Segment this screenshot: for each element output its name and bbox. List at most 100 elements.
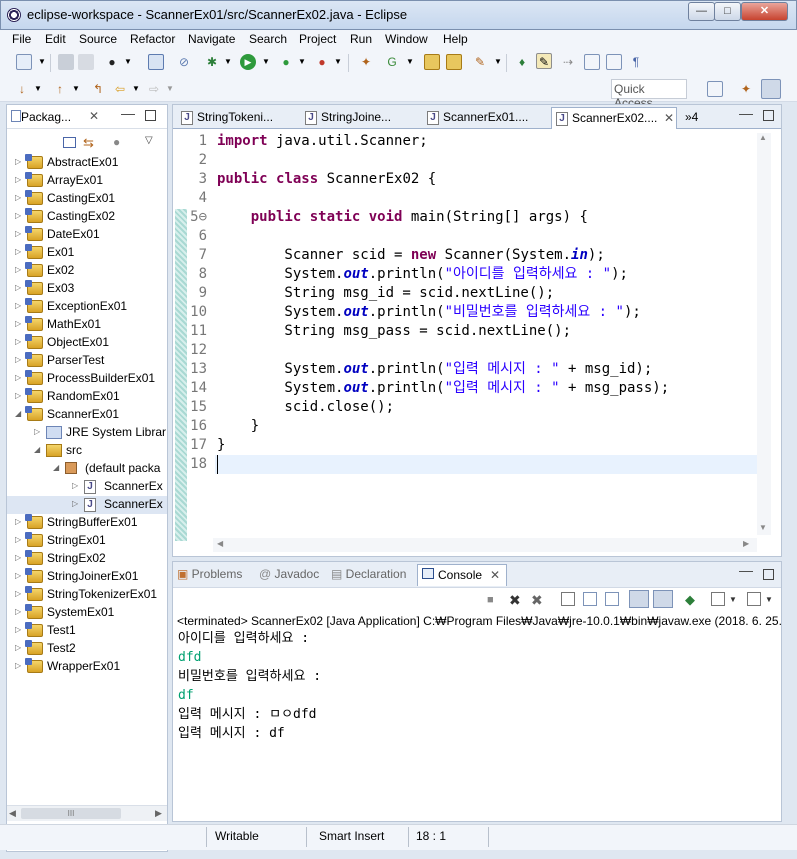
expand-toggle-icon[interactable]: ▷ [15,283,21,292]
display-console-dropdown-icon[interactable]: ▼ [729,595,737,604]
minimize-button[interactable]: — [688,2,715,21]
expand-toggle-icon[interactable]: ▷ [15,661,21,670]
menu-navigate[interactable]: Navigate [188,32,235,46]
back-dropdown-icon[interactable]: ▼ [128,81,144,97]
user-dropdown-icon[interactable]: ▼ [120,54,136,70]
tree-item[interactable]: ▷ Ex02 [7,262,167,280]
block-select-icon[interactable] [606,54,622,70]
tree-item[interactable]: ▷ WrapperEx01 [7,658,167,676]
run-icon[interactable]: ▶ [240,54,256,70]
scroll-left-icon[interactable]: ◀ [9,808,16,819]
tree-item[interactable]: ▷ StringBufferEx01 [7,514,167,532]
skip-breakpoints-icon[interactable]: ⊘ [176,54,192,70]
collapse-all-icon[interactable] [63,137,76,148]
open-perspective-icon[interactable] [707,81,723,97]
menu-project[interactable]: Project [299,32,336,46]
expand-toggle-icon[interactable]: ◢ [34,445,40,454]
debug-dropdown-icon[interactable]: ▼ [220,54,236,70]
tree-item[interactable]: ▷ Test1 [7,622,167,640]
tree-item[interactable]: ▷ J ScannerEx [7,478,167,496]
pin-icon[interactable]: ♦ [514,54,530,70]
tree-item[interactable]: ▷ Test2 [7,640,167,658]
new-class-icon[interactable]: G [384,54,400,70]
tab-stringjoiner[interactable]: J StringJoine... [301,107,419,129]
tree-item[interactable]: ▷ SystemEx01 [7,604,167,622]
code-line[interactable]: String msg_id = scid.nextLine(); [217,284,554,303]
tab-declaration[interactable]: ▤ Declaration [331,567,406,581]
expand-toggle-icon[interactable]: ▷ [15,247,21,256]
scroll-lock-icon[interactable] [583,592,597,606]
expand-toggle-icon[interactable]: ◢ [15,409,21,418]
tree-item[interactable]: ▷ StringEx01 [7,532,167,550]
tree-item[interactable]: ▷ RandomEx01 [7,388,167,406]
menu-refactor[interactable]: Refactor [130,32,175,46]
minimize-editor-icon[interactable]: — [739,105,753,121]
tab-scannerex01[interactable]: J ScannerEx01.... [423,107,547,129]
tree-item[interactable]: ▷ MathEx01 [7,316,167,334]
code-line[interactable]: } [217,436,225,455]
expand-toggle-icon[interactable]: ▷ [15,517,21,526]
expand-toggle-icon[interactable]: ▷ [15,625,21,634]
save-icon[interactable] [58,54,74,70]
menu-search[interactable]: Search [249,32,287,46]
expand-toggle-icon[interactable]: ▷ [15,157,21,166]
forward-icon[interactable]: ⇨ [146,81,162,97]
menu-run[interactable]: Run [350,32,372,46]
tree-item[interactable]: ▷ StringJoinerEx01 [7,568,167,586]
annotation-icon[interactable]: ⇢ [560,54,576,70]
search-tool-icon[interactable]: ✎ [472,54,488,70]
tab-overflow-button[interactable]: »4 [685,110,698,124]
horizontal-scrollbar[interactable]: ◀ III ▶ [7,805,167,821]
open-folder-icon[interactable] [446,54,462,70]
word-wrap-icon[interactable] [605,592,619,606]
menu-help[interactable]: Help [443,32,468,46]
expand-toggle-icon[interactable]: ▷ [15,589,21,598]
forward-dropdown-icon[interactable]: ▼ [162,81,178,97]
highlight-icon[interactable]: ✎ [536,53,552,69]
close-console-icon[interactable]: ✕ [490,568,500,582]
expand-toggle-icon[interactable]: ▷ [15,373,21,382]
tree-item[interactable]: ▷ AbstractEx01 [7,154,167,172]
code-line[interactable]: System.out.println("입력 메시지 : " + msg_id)… [217,360,652,379]
console-icon[interactable] [148,54,164,70]
scroll-left-icon[interactable]: ◀ [217,539,223,548]
tree-item[interactable]: ▷ StringTokenizerEx01 [7,586,167,604]
java-ee-perspective-icon[interactable]: ✦ [738,81,754,97]
tab-javadoc[interactable]: @ Javadoc [259,567,319,581]
code-line[interactable]: System.out.println("비밀번호를 입력하세요 : "); [217,303,640,322]
minimize-view-icon[interactable]: — [121,105,135,121]
scroll-thumb[interactable]: III [21,808,121,819]
tree-item[interactable]: ▷ Ex03 [7,280,167,298]
pin-console-icon[interactable]: ◆ [685,592,695,608]
remove-launch-icon[interactable]: ✖ [509,592,521,609]
expand-toggle-icon[interactable]: ▷ [15,229,21,238]
tree-item[interactable]: ▷ DateEx01 [7,226,167,244]
display-console-icon[interactable] [711,592,725,606]
search-dropdown-icon[interactable]: ▼ [490,54,506,70]
coverage-dropdown-icon[interactable]: ▼ [294,54,310,70]
maximize-editor-icon[interactable] [763,110,774,121]
next-annotation-dropdown-icon[interactable]: ▼ [30,81,46,97]
menu-edit[interactable]: Edit [45,32,66,46]
tree-item[interactable]: ▷ ProcessBuilderEx01 [7,370,167,388]
back-icon[interactable]: ⇦ [112,81,128,97]
prev-annotation-icon[interactable]: ↑ [52,81,68,97]
open-console-icon[interactable] [747,592,761,606]
last-edit-icon[interactable]: ↰ [90,81,106,97]
menu-file[interactable]: File [12,32,31,46]
save-all-icon[interactable] [78,54,94,70]
scroll-up-icon[interactable]: ▲ [759,133,767,142]
expand-toggle-icon[interactable]: ▷ [15,355,21,364]
menu-window[interactable]: Window [385,32,428,46]
code-line[interactable]: System.out.println("아이디를 입력하세요 : "); [217,265,628,284]
open-console-dropdown-icon[interactable]: ▼ [765,595,773,604]
expand-toggle-icon[interactable]: ▷ [15,553,21,562]
focus-icon[interactable]: ● [113,135,120,149]
expand-toggle-icon[interactable]: ▷ [15,265,21,274]
horizontal-scrollbar[interactable]: ◀ ▶ [213,538,757,552]
tree-item[interactable]: ▷ CastingEx02 [7,208,167,226]
tab-problems[interactable]: ▣ Problems [177,567,242,581]
menu-source[interactable]: Source [79,32,117,46]
prev-annotation-dropdown-icon[interactable]: ▼ [68,81,84,97]
vertical-scrollbar[interactable]: ▲ ▼ [757,133,771,535]
